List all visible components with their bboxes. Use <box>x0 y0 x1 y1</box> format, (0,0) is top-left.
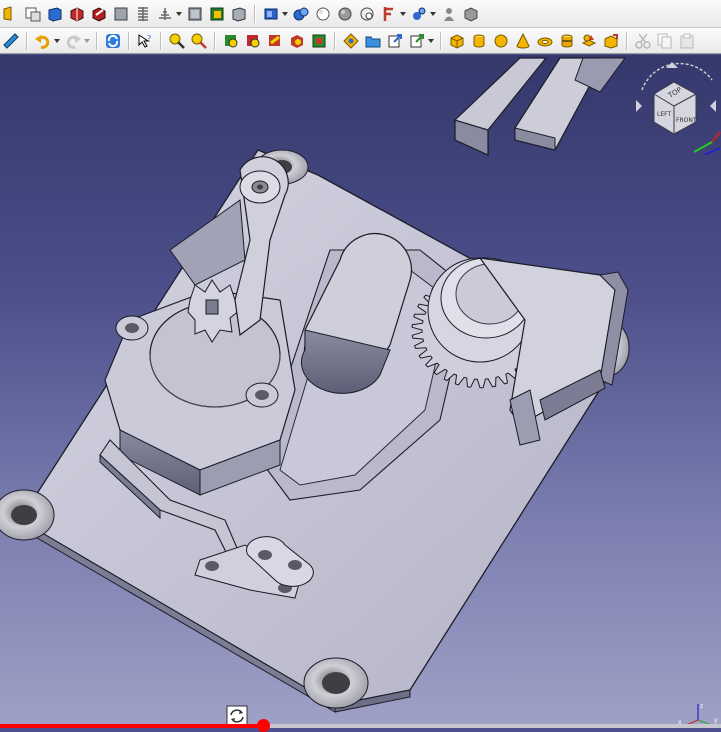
whats-this-icon[interactable]: ? <box>136 32 154 50</box>
std-box-icon[interactable] <box>462 5 480 23</box>
part-link-icon[interactable] <box>410 5 428 23</box>
chevron-down-icon[interactable] <box>428 32 434 50</box>
paste-icon[interactable] <box>678 32 696 50</box>
measure-angle-icon[interactable] <box>230 5 248 23</box>
measure-distance-icon[interactable] <box>208 5 226 23</box>
view-box-icon[interactable] <box>310 32 328 50</box>
chevron-down-icon[interactable] <box>400 5 406 23</box>
group-icon[interactable] <box>364 32 382 50</box>
view-zoom-icon[interactable] <box>190 32 208 50</box>
navcube-face-left[interactable]: LEFT <box>657 111 671 118</box>
toolbar-separator <box>96 31 98 50</box>
stereo-icon[interactable] <box>292 5 310 23</box>
user-icon[interactable] <box>440 5 458 23</box>
progress-scrubber[interactable] <box>257 719 271 732</box>
bottom-view-icon[interactable] <box>156 5 174 23</box>
part-tube-icon[interactable] <box>558 32 576 50</box>
progress-fill <box>0 724 264 728</box>
part-cylinder-icon[interactable] <box>470 32 488 50</box>
chevron-down-icon[interactable] <box>282 5 288 23</box>
view-pan-icon[interactable] <box>288 32 306 50</box>
toolbar-separator <box>160 31 162 50</box>
part-sphere-icon[interactable] <box>492 32 510 50</box>
part-box-icon[interactable] <box>448 32 466 50</box>
chevron-down-icon[interactable] <box>84 32 90 50</box>
clipping-plane-icon[interactable] <box>262 5 280 23</box>
tree-view-icon[interactable] <box>336 5 354 23</box>
view-rotate-icon[interactable] <box>266 32 284 50</box>
redo-icon[interactable] <box>64 32 82 50</box>
view-fit-icon[interactable] <box>168 32 186 50</box>
navigation-cube[interactable]: TOP FRONT LEFT <box>632 60 721 155</box>
isometric-view-icon[interactable] <box>46 5 64 23</box>
cad-model-render <box>0 57 630 713</box>
toggle-axis-icon[interactable] <box>358 5 376 23</box>
part-icon[interactable] <box>342 32 360 50</box>
chevron-down-icon[interactable] <box>54 32 60 50</box>
fit-selection-icon[interactable] <box>24 5 42 23</box>
toolbar-separator <box>334 31 336 50</box>
top-view-icon[interactable] <box>90 5 108 23</box>
toolbar-separator <box>626 31 628 50</box>
svg-text:y: y <box>714 717 718 724</box>
toolbar-separator <box>26 31 28 50</box>
chevron-down-icon[interactable] <box>176 5 182 23</box>
boss-left <box>0 489 55 541</box>
ruler-icon[interactable] <box>2 32 20 50</box>
right-view-icon[interactable] <box>112 5 130 23</box>
rear-view-icon[interactable] <box>134 5 152 23</box>
part-cone-icon[interactable] <box>514 32 532 50</box>
part-shape-builder-icon[interactable] <box>602 32 620 50</box>
standard-toolbar: ? <box>0 28 721 54</box>
part-primitives-icon[interactable] <box>580 32 598 50</box>
boss-bottom <box>303 657 369 709</box>
3d-viewport[interactable]: TOP FRONT LEFT z x y <box>0 55 721 728</box>
fit-all-icon[interactable] <box>2 5 20 23</box>
select-front-icon[interactable] <box>222 32 240 50</box>
toolbar-separator <box>128 31 130 50</box>
svg-text:z: z <box>700 703 703 710</box>
navcube-face-front[interactable]: FRONT <box>676 117 697 124</box>
svg-text:?: ? <box>147 34 151 43</box>
copy-icon[interactable] <box>656 32 674 50</box>
left-view-icon[interactable] <box>186 5 204 23</box>
select-back-icon[interactable] <box>244 32 262 50</box>
bounding-box-icon[interactable] <box>314 5 332 23</box>
link-make-icon[interactable] <box>386 32 404 50</box>
part-torus-icon[interactable] <box>536 32 554 50</box>
chevron-down-icon[interactable] <box>430 5 436 23</box>
toolbar-separator <box>254 4 256 23</box>
cut-icon[interactable] <box>634 32 652 50</box>
toolbar-separator <box>440 31 442 50</box>
video-progress-bar[interactable] <box>0 719 721 732</box>
refresh-icon[interactable] <box>104 32 122 50</box>
toolbar-separator <box>214 31 216 50</box>
link-import-icon[interactable] <box>408 32 426 50</box>
top-bracket <box>454 57 626 156</box>
undo-icon[interactable] <box>34 32 52 50</box>
sketch-icon[interactable] <box>380 5 398 23</box>
front-view-icon[interactable] <box>68 5 86 23</box>
view-toolbar <box>0 0 721 28</box>
